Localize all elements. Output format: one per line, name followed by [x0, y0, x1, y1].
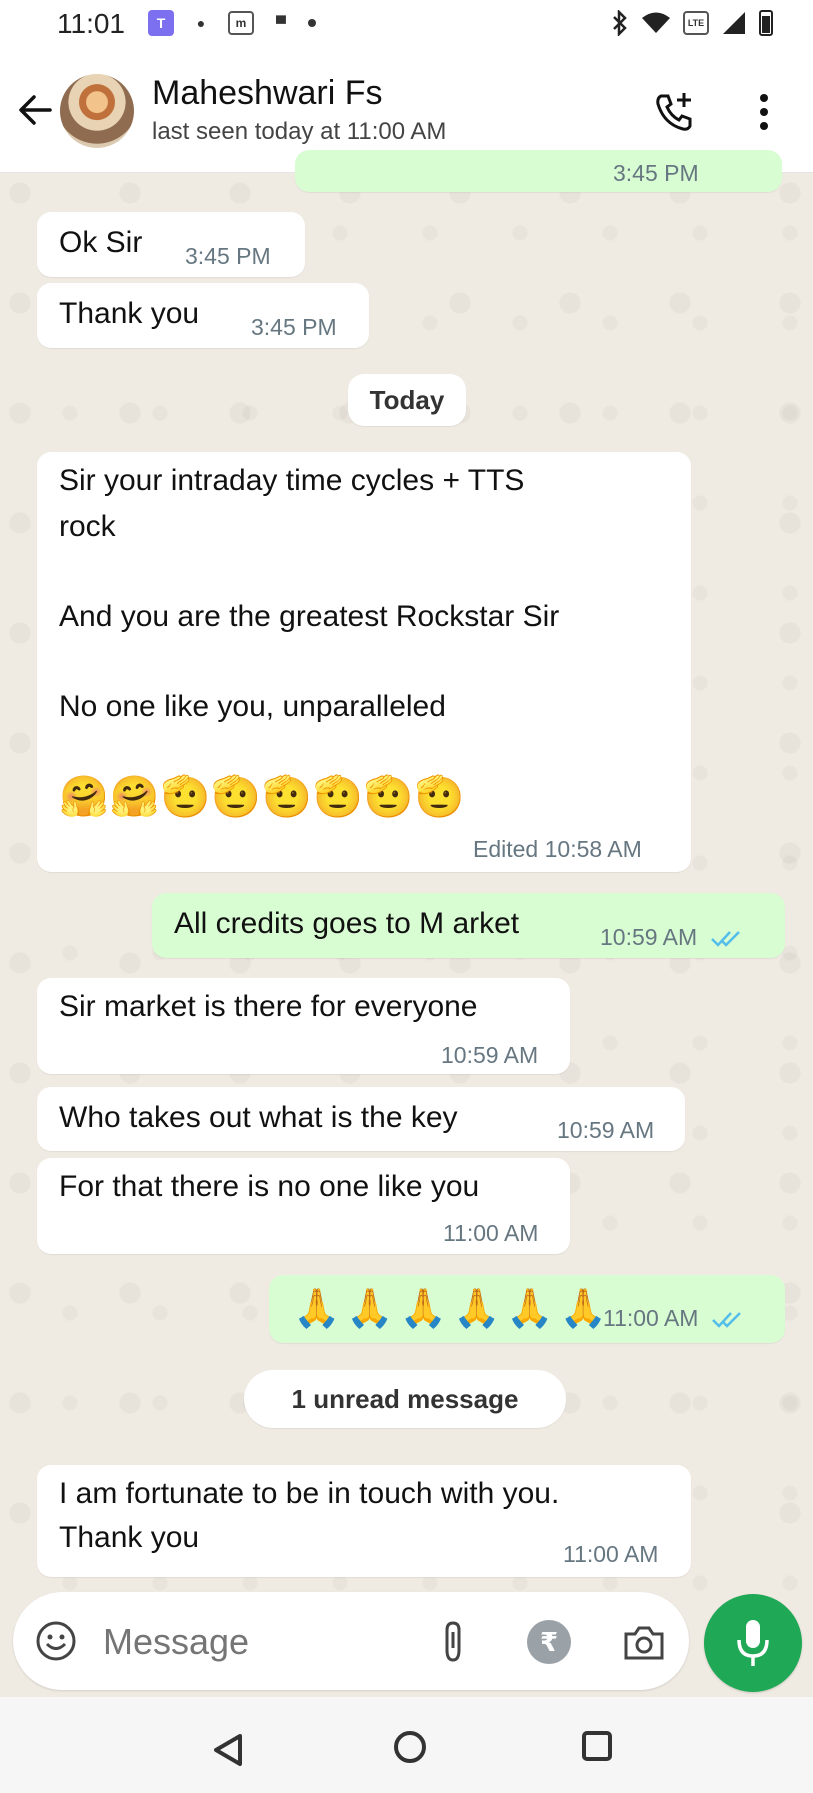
message-input[interactable]: [101, 1616, 405, 1668]
message-text: All credits goes to M arket: [174, 907, 520, 940]
messages-icon: m: [228, 11, 254, 35]
read-ticks-icon: [711, 1312, 741, 1328]
read-ticks-icon: [710, 931, 740, 947]
message-time: 3:45 PM: [613, 160, 699, 186]
message-time: 3:45 PM: [251, 314, 337, 340]
message-out-partial[interactable]: 3:45 PM: [295, 150, 782, 192]
message-in[interactable]: Who takes out what is the key 10:59 AM: [37, 1087, 685, 1151]
wifi-icon: [642, 12, 670, 33]
attachment-icon[interactable]: [433, 1618, 473, 1664]
message-text-line: No one like you, unparalleled: [59, 690, 446, 723]
nav-recents-icon[interactable]: [582, 1731, 612, 1761]
message-out[interactable]: All credits goes to M arket 10:59 AM: [152, 893, 785, 958]
camera-icon[interactable]: [621, 1620, 667, 1664]
message-text: Ok Sir: [59, 226, 143, 259]
more-options-icon[interactable]: [752, 90, 776, 134]
message-text: Sir market is there for everyone: [59, 990, 478, 1023]
system-icons: LTE: [611, 10, 773, 36]
message-out[interactable]: 🙏🙏🙏🙏🙏🙏 11:00 AM: [269, 1275, 785, 1343]
message-text: For that there is no one like you: [59, 1170, 480, 1203]
message-time: 10:59 AM: [557, 1117, 655, 1143]
message-in[interactable]: Thank you 3:45 PM: [37, 283, 369, 348]
avatar[interactable]: [60, 74, 134, 148]
message-text-line: rock: [59, 510, 116, 543]
status-bar: 11:01 T ● m ▀ LTE: [0, 0, 813, 52]
microphone-icon: [737, 1620, 769, 1666]
dot-icon: [308, 19, 316, 27]
notification-icon: ▀: [276, 15, 286, 31]
bluetooth-icon: [613, 10, 627, 36]
message-text: Thank you: [59, 297, 200, 330]
message-text-line: Thank you: [59, 1521, 200, 1554]
emoji-icon[interactable]: [35, 1620, 77, 1662]
signal-icon: [723, 12, 745, 34]
notification-icons: T ● m ▀: [148, 10, 316, 36]
message-emojis: 🤗🤗🫡🫡🫡🫡🫡🫡: [59, 774, 466, 820]
message-time: 11:00 AM: [443, 1220, 539, 1246]
date-separator: Today: [348, 374, 466, 426]
message-in[interactable]: Sir market is there for everyone 10:59 A…: [37, 978, 570, 1074]
message-time: 10:59 AM: [441, 1042, 539, 1068]
battery-icon: [759, 10, 773, 36]
message-text-line: Sir your intraday time cycles + TTS: [59, 464, 525, 497]
message-composer: ₹: [13, 1592, 689, 1690]
message-time: 11:00 AM: [603, 1305, 743, 1331]
message-text-line: I am fortunate to be in touch with you.: [59, 1477, 560, 1510]
payment-icon[interactable]: ₹: [527, 1620, 571, 1664]
system-nav-bar: [0, 1697, 813, 1793]
message-time: 11:00 AM: [563, 1541, 659, 1567]
message-time: 10:59 AM: [600, 924, 742, 950]
message-in[interactable]: I am fortunate to be in touch with you. …: [37, 1465, 691, 1577]
contact-name[interactable]: Maheshwari Fs: [152, 74, 383, 113]
message-in[interactable]: For that there is no one like you 11:00 …: [37, 1158, 570, 1254]
back-arrow-icon[interactable]: [14, 88, 58, 132]
message-in[interactable]: Sir your intraday time cycles + TTS rock…: [37, 452, 691, 872]
brand-icon: ●: [196, 15, 206, 31]
add-call-icon[interactable]: [652, 90, 696, 134]
message-text: Who takes out what is the key: [59, 1101, 458, 1134]
message-in[interactable]: Ok Sir 3:45 PM: [37, 212, 305, 277]
message-text-line: And you are the greatest Rockstar Sir: [59, 600, 560, 633]
nav-back-icon[interactable]: [212, 1733, 244, 1767]
nav-home-icon[interactable]: [394, 1731, 426, 1763]
microphone-button[interactable]: [704, 1594, 802, 1692]
volte-icon: LTE: [683, 11, 709, 35]
last-seen-status: last seen today at 11:00 AM: [152, 118, 447, 145]
message-time: Edited 10:58 AM: [473, 836, 642, 862]
unread-separator: 1 unread message: [244, 1370, 566, 1428]
message-time: 3:45 PM: [185, 243, 271, 269]
app-icon: T: [148, 10, 174, 36]
message-emojis: 🙏🙏🙏🙏🙏🙏: [293, 1286, 613, 1330]
chat-screen: 11:01 T ● m ▀ LTE Maheshwari Fs last see…: [0, 0, 813, 1793]
status-time: 11:01: [57, 8, 125, 39]
